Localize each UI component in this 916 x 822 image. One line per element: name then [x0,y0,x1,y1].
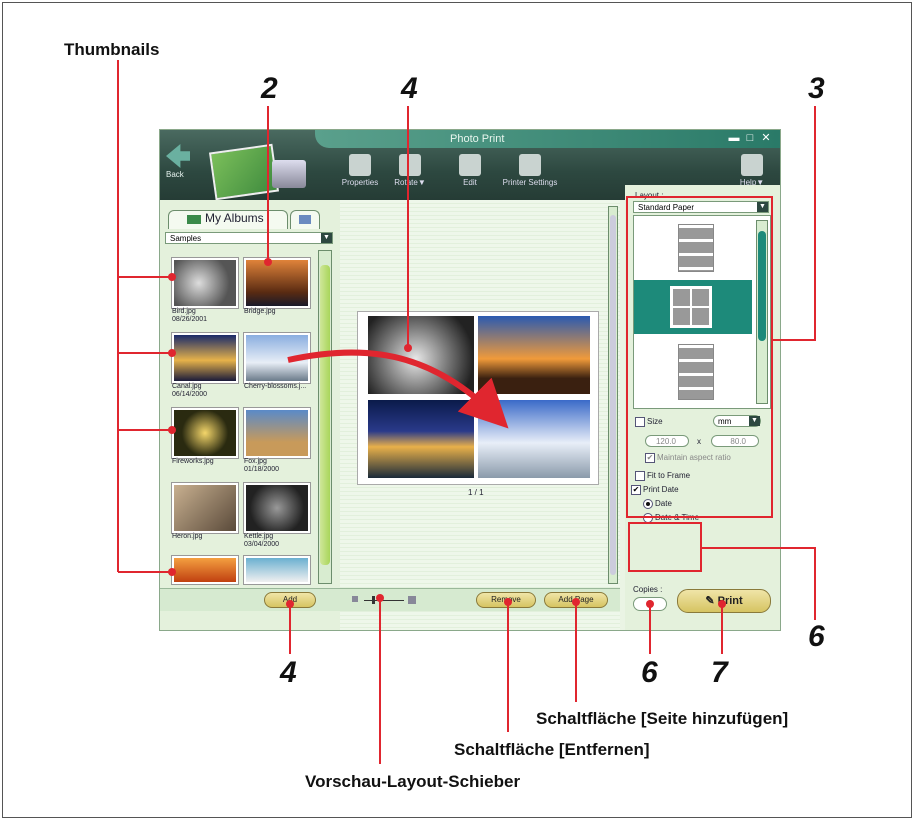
callout-lines [117,60,816,764]
dot [572,598,580,606]
dot [168,568,176,576]
dot [404,344,412,352]
dot [264,258,272,266]
dot [646,600,654,608]
dot [168,349,176,357]
dot [504,598,512,606]
dot [286,600,294,608]
callout-3-line [773,106,816,341]
dot [718,600,726,608]
dot [168,273,176,281]
dot [168,426,176,434]
dot [376,594,384,602]
drag-arrow [287,349,509,429]
callout-6-right-line [702,547,816,620]
